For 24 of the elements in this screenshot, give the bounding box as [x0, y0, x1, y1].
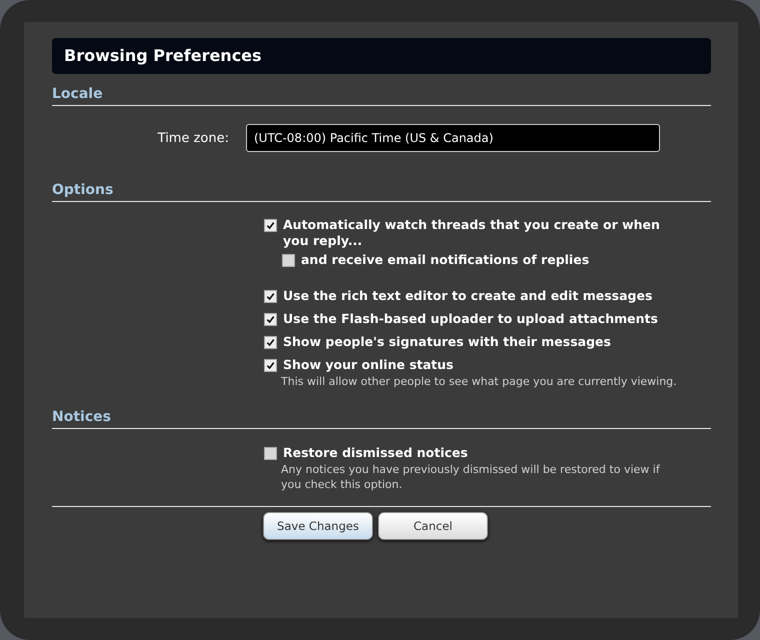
- option-hint: Any notices you have previously dismissed will be restored to view if you check this option.: [280, 462, 661, 492]
- save-button[interactable]: Save Changes: [263, 512, 373, 540]
- checkbox[interactable]: [264, 313, 277, 326]
- option-label: Show people's signatures with their messages: [283, 334, 612, 350]
- checkbox[interactable]: [264, 359, 277, 372]
- option-label: Use the Flash-based uploader to upload attachments: [283, 311, 659, 327]
- option-label: Restore dismissed notices: [283, 445, 469, 461]
- dialog-title: Browsing Preferences: [52, 38, 711, 74]
- option-hint: This will allow other people to see what page you are currently viewing.: [280, 374, 678, 389]
- checkbox[interactable]: [264, 336, 277, 349]
- cancel-button[interactable]: Cancel: [378, 512, 488, 540]
- field-label: Time zone:: [156, 130, 230, 146]
- section-heading: Options: [52, 182, 114, 200]
- checkbox[interactable]: [264, 447, 277, 460]
- checkbox[interactable]: [264, 219, 277, 232]
- time-zone-select[interactable]: (UTC-08:00) Pacific Time (US & Canada): [246, 124, 660, 152]
- section-heading: Locale: [52, 86, 104, 104]
- option-label: Use the rich text editor to create and edit messages: [283, 288, 654, 304]
- checkbox[interactable]: [282, 254, 295, 267]
- option-label: Show your online status: [283, 357, 454, 373]
- option-label: and receive email notifications of replies: [301, 252, 590, 268]
- checkbox[interactable]: [264, 290, 277, 303]
- section-heading: Notices: [52, 409, 112, 427]
- option-label: Automatically watch threads that you create or when you reply...: [283, 217, 661, 249]
